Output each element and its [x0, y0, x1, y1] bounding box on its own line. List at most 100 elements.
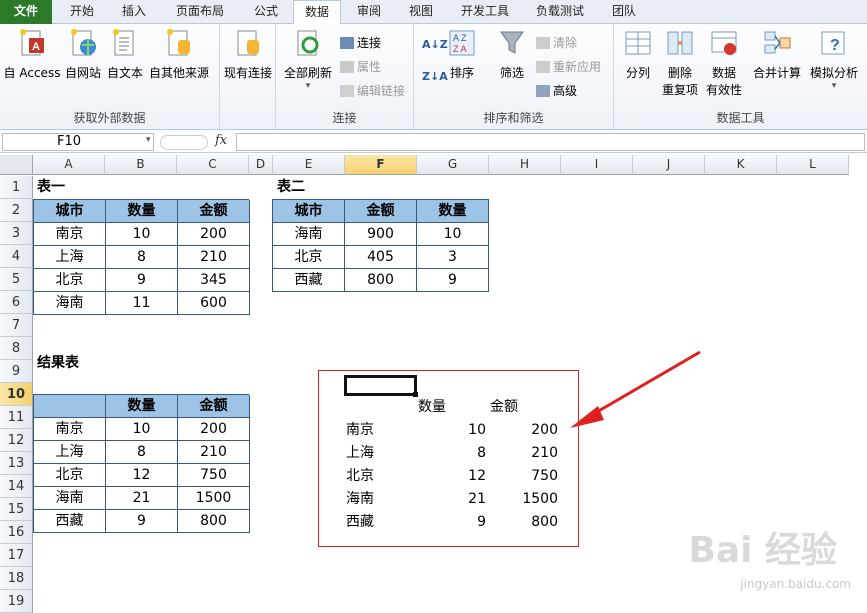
name-box[interactable]: F10	[2, 133, 154, 151]
tab-load-test[interactable]: 负载测试	[524, 0, 596, 24]
table1-cell[interactable]: 210	[178, 246, 250, 269]
table1-header-city[interactable]: 城市	[34, 200, 106, 223]
table2-cell[interactable]: 900	[345, 223, 417, 246]
function-icon[interactable]: fx	[215, 133, 227, 148]
row-header-2[interactable]: 2	[0, 199, 33, 222]
active-cell-f10[interactable]	[344, 375, 417, 396]
cons-qty[interactable]: 10	[440, 419, 486, 442]
row-header-5[interactable]: 5	[0, 268, 33, 291]
what-if-analysis-button[interactable]: ? 模拟分析 ▾	[806, 28, 862, 91]
select-all-corner[interactable]	[0, 155, 33, 175]
row-header-18[interactable]: 18	[0, 567, 33, 590]
result-cell[interactable]: 西藏	[34, 510, 106, 533]
row-header-10[interactable]: 10	[0, 383, 33, 406]
data-validation-button[interactable]: 数据 有效性	[702, 28, 746, 98]
table1-cell[interactable]: 345	[178, 269, 250, 292]
result-cell[interactable]: 上海	[34, 441, 106, 464]
cons-city[interactable]: 海南	[346, 488, 374, 511]
row-header-9[interactable]: 9	[0, 360, 33, 383]
reapply-button[interactable]: 重新应用	[536, 58, 601, 75]
row-header-17[interactable]: 17	[0, 544, 33, 567]
row-header-13[interactable]: 13	[0, 452, 33, 475]
cons-city[interactable]: 西藏	[346, 511, 374, 534]
remove-duplicates-button[interactable]: 删除 重复项	[660, 28, 700, 98]
table1-cell[interactable]: 8	[106, 246, 178, 269]
table1-cell[interactable]: 600	[178, 292, 250, 315]
result-header-blank[interactable]	[34, 395, 106, 418]
cons-city[interactable]: 上海	[346, 442, 374, 465]
result-cell[interactable]: 海南	[34, 487, 106, 510]
text-to-columns-button[interactable]: 分列	[618, 28, 658, 81]
cons-amount[interactable]: 1500	[510, 488, 558, 511]
tab-developer[interactable]: 开发工具	[450, 0, 520, 24]
result-cell[interactable]: 21	[106, 487, 178, 510]
row-header-7[interactable]: 7	[0, 314, 33, 337]
result-cell[interactable]: 200	[178, 418, 250, 441]
table2-cell[interactable]: 405	[345, 246, 417, 269]
result-cell[interactable]: 8	[106, 441, 178, 464]
row-header-8[interactable]: 8	[0, 337, 33, 360]
table2-cell[interactable]: 北京	[273, 246, 345, 269]
tab-page-layout[interactable]: 页面布局	[162, 0, 238, 24]
tab-data[interactable]: 数据	[293, 0, 341, 25]
cons-qty[interactable]: 9	[440, 511, 486, 534]
table1-cell[interactable]: 10	[106, 223, 178, 246]
column-header-k[interactable]: K	[705, 155, 777, 175]
tab-insert[interactable]: 插入	[110, 0, 158, 24]
column-header-f[interactable]: F	[345, 155, 417, 175]
refresh-all-button[interactable]: 全部刷新 ▾	[280, 28, 336, 91]
connections-button[interactable]: 连接	[340, 34, 381, 51]
table1-header-amount[interactable]: 金额	[178, 200, 250, 223]
table2-cell[interactable]: 西藏	[273, 269, 345, 292]
table1-header-qty[interactable]: 数量	[106, 200, 178, 223]
cons-city[interactable]: 南京	[346, 419, 374, 442]
result-cell[interactable]: 北京	[34, 464, 106, 487]
consolidate-button[interactable]: 合并计算	[750, 28, 804, 81]
table2-header-amount[interactable]: 金额	[345, 200, 417, 223]
column-header-h[interactable]: H	[489, 155, 561, 175]
advanced-button[interactable]: 高级	[536, 82, 577, 99]
cons-amount[interactable]: 210	[510, 442, 558, 465]
table2-cell[interactable]: 10	[417, 223, 489, 246]
tab-view[interactable]: 视图	[397, 0, 445, 24]
table1-cell[interactable]: 北京	[34, 269, 106, 292]
result-cell[interactable]: 1500	[178, 487, 250, 510]
table2-cell[interactable]: 9	[417, 269, 489, 292]
column-header-a[interactable]: A	[33, 155, 105, 175]
chevron-down-icon[interactable]: ▾	[146, 135, 151, 145]
filter-button[interactable]: 筛选	[494, 28, 530, 81]
existing-connections-button[interactable]: 现有连接	[222, 28, 274, 81]
sort-button[interactable]: A ZZ A 排序	[446, 28, 478, 81]
from-text-button[interactable]: 自文本	[105, 28, 145, 81]
column-header-l[interactable]: L	[777, 155, 849, 175]
result-cell[interactable]: 12	[106, 464, 178, 487]
row-header-3[interactable]: 3	[0, 222, 33, 245]
formula-input[interactable]	[236, 133, 865, 151]
table1-cell[interactable]: 上海	[34, 246, 106, 269]
tab-formulas[interactable]: 公式	[242, 0, 290, 24]
row-header-16[interactable]: 16	[0, 521, 33, 544]
result-cell[interactable]: 南京	[34, 418, 106, 441]
column-header-d[interactable]: D	[249, 155, 273, 175]
column-header-c[interactable]: C	[177, 155, 249, 175]
table2-cell[interactable]: 3	[417, 246, 489, 269]
table1-cell[interactable]: 海南	[34, 292, 106, 315]
cons-amount[interactable]: 200	[510, 419, 558, 442]
row-header-12[interactable]: 12	[0, 429, 33, 452]
row-header-15[interactable]: 15	[0, 498, 33, 521]
cons-city[interactable]: 北京	[346, 465, 374, 488]
result-cell[interactable]: 9	[106, 510, 178, 533]
table1-cell[interactable]: 11	[106, 292, 178, 315]
column-header-b[interactable]: B	[105, 155, 177, 175]
result-header-qty[interactable]: 数量	[106, 395, 178, 418]
cons-qty[interactable]: 21	[440, 488, 486, 511]
from-web-button[interactable]: 自网站	[63, 28, 103, 81]
tab-review[interactable]: 审阅	[345, 0, 393, 24]
sort-asc-button[interactable]: A↓Z	[422, 38, 448, 51]
cons-amount[interactable]: 750	[510, 465, 558, 488]
result-cell[interactable]: 750	[178, 464, 250, 487]
cons-header-qty[interactable]: 数量	[418, 396, 446, 419]
tab-home[interactable]: 开始	[58, 0, 106, 24]
tab-team[interactable]: 团队	[600, 0, 648, 24]
row-header-1[interactable]: 1	[0, 176, 33, 199]
